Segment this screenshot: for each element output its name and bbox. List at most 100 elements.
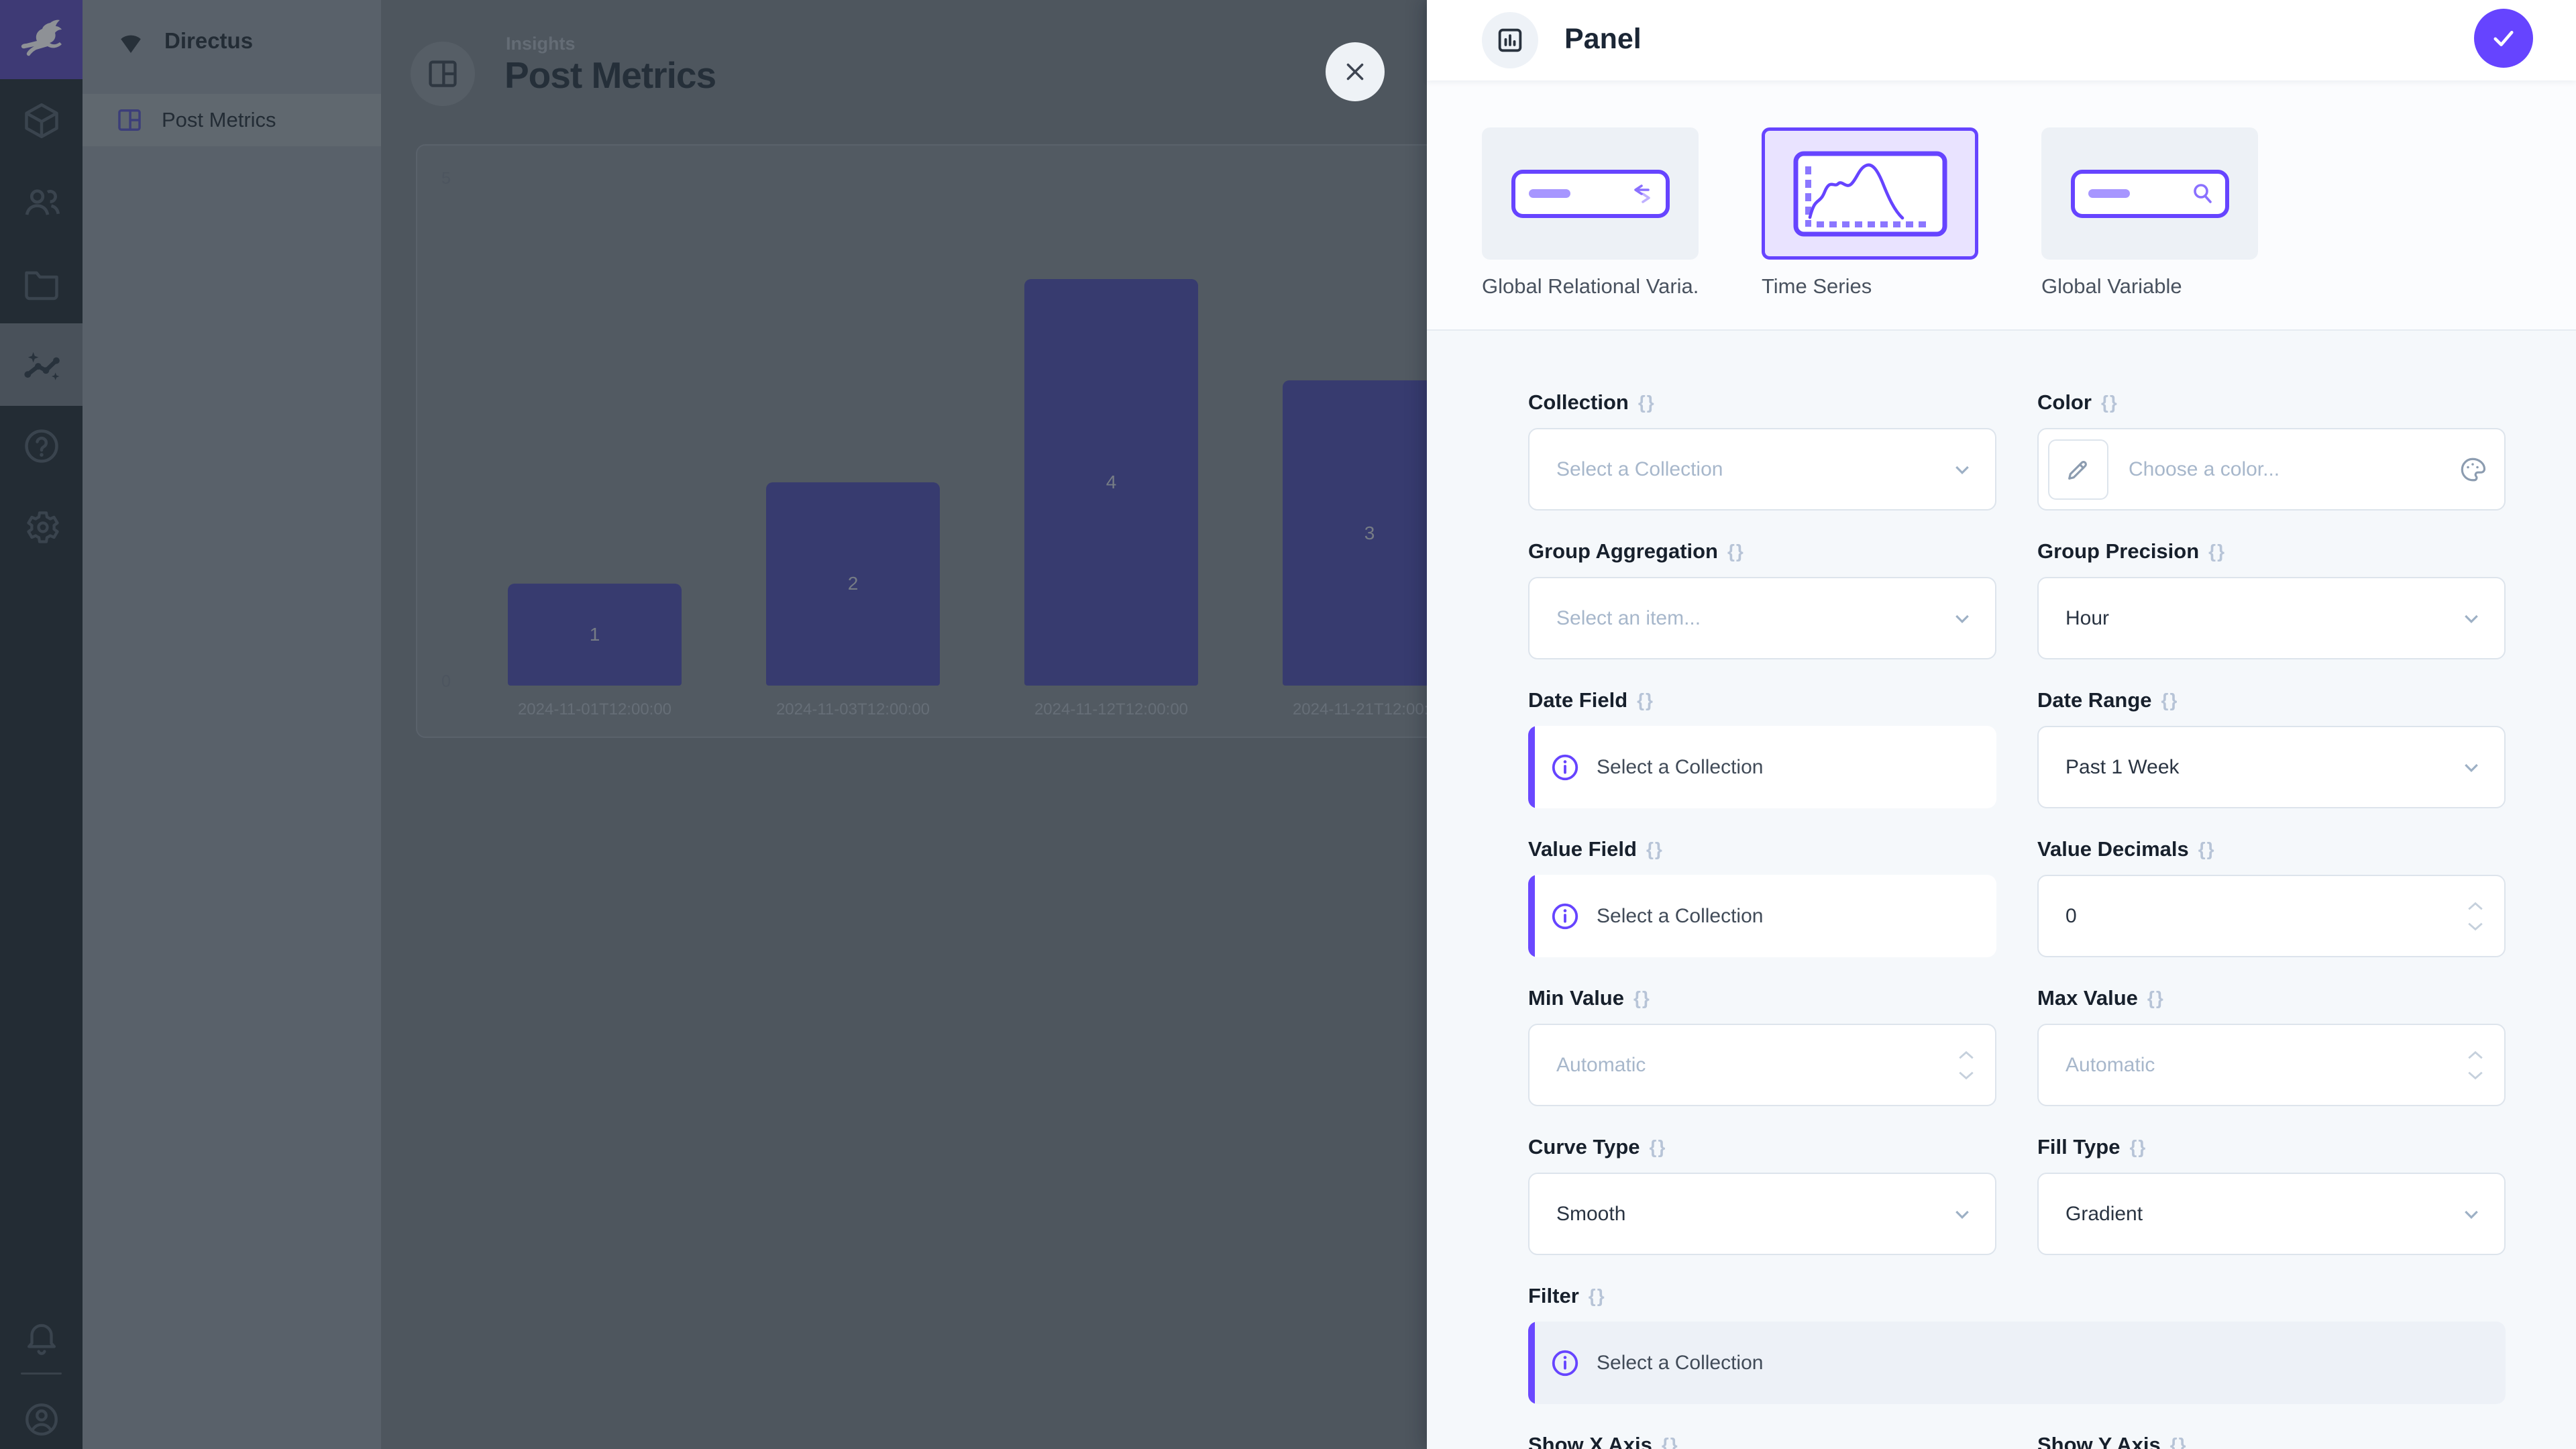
raw-value-icon: {} xyxy=(1589,1285,1606,1307)
panel-type-section: Global Relational Varia... xyxy=(1427,80,2576,329)
raw-value-icon: {} xyxy=(2101,392,2118,413)
module-bar-divider xyxy=(21,1373,62,1375)
group-aggregation-select[interactable]: Select an item... xyxy=(1528,577,1996,659)
number-input[interactable] xyxy=(1556,1054,1968,1077)
bell-icon xyxy=(22,1318,61,1357)
panel-icon-circle xyxy=(1482,12,1538,68)
fill-type-select[interactable]: Gradient xyxy=(2037,1173,2506,1255)
notifications-button[interactable] xyxy=(0,1296,83,1379)
close-drawer-button[interactable] xyxy=(1326,42,1385,101)
time-series-panel[interactable]: 5 0 12024-11-01T12:00:0022024-11-03T12:0… xyxy=(416,144,1469,738)
module-user-directory-button[interactable] xyxy=(0,161,83,244)
field-curve-type: Curve Type{} Smooth xyxy=(1528,1134,1996,1255)
number-stepper[interactable] xyxy=(2467,1050,2484,1081)
dashboard-title-icon-button[interactable] xyxy=(411,42,475,106)
panel-type-label: Global Variable xyxy=(2041,274,2258,301)
dashboard-icon xyxy=(115,105,144,135)
raw-value-icon: {} xyxy=(1650,1136,1667,1158)
info-icon xyxy=(1550,752,1580,783)
notice-accent-bar xyxy=(1528,726,1535,808)
rabbit-icon xyxy=(18,19,65,60)
field-label: Value Decimals xyxy=(2037,837,2189,861)
module-file-library-button[interactable] xyxy=(0,242,83,325)
x-axis-label: 2024-11-12T12:00:00 xyxy=(1034,700,1188,719)
field-label: Group Aggregation xyxy=(1528,539,1718,564)
help-icon xyxy=(21,426,62,466)
field-label: Show X Axis xyxy=(1528,1433,1652,1449)
number-input[interactable] xyxy=(2065,905,2477,928)
module-content-button[interactable] xyxy=(0,79,83,162)
field-label: Value Field xyxy=(1528,837,1637,861)
field-group-precision: Group Precision{} Hour xyxy=(2037,538,2506,659)
notice-accent-bar xyxy=(1528,1322,1535,1404)
time-series-illustration xyxy=(1792,150,1948,237)
panel-drawer: Panel xyxy=(1427,0,2576,1449)
chevron-down-icon xyxy=(1949,457,1975,482)
insights-icon xyxy=(21,344,62,386)
group-precision-select[interactable]: Hour xyxy=(2037,577,2506,659)
number-stepper[interactable] xyxy=(2467,901,2484,932)
field-collection: Collection{} Select a Collection xyxy=(1528,389,1996,511)
chart-bar: 2 xyxy=(766,482,940,686)
collection-select[interactable]: Select a Collection xyxy=(1528,428,1996,511)
palette-icon[interactable] xyxy=(2459,455,2487,484)
panel-type-label: Time Series xyxy=(1762,274,1978,301)
module-docs-button[interactable] xyxy=(0,405,83,487)
panel-type-label: Global Relational Varia... xyxy=(1482,274,1699,301)
field-label: Date Range xyxy=(2037,688,2152,712)
y-axis-tick-min: 0 xyxy=(441,672,451,692)
date-field-notice: Select a Collection xyxy=(1528,726,1996,808)
module-settings-button[interactable] xyxy=(0,486,83,568)
raw-value-icon: {} xyxy=(2129,1136,2147,1158)
account-circle-icon xyxy=(22,1400,61,1439)
value-field-notice: Select a Collection xyxy=(1528,875,1996,957)
raw-value-icon: {} xyxy=(1633,987,1651,1009)
raw-value-icon: {} xyxy=(2170,1434,2188,1449)
gear-icon xyxy=(21,507,62,547)
drawer-header: Panel xyxy=(1427,0,2576,80)
field-label: Max Value xyxy=(2037,986,2138,1010)
eyedropper-button[interactable] xyxy=(2048,439,2108,500)
raw-value-icon: {} xyxy=(1646,839,1664,860)
folder-icon xyxy=(21,264,62,304)
sidebar-item-post-metrics[interactable]: Post Metrics xyxy=(83,94,381,146)
curve-type-select[interactable]: Smooth xyxy=(1528,1173,1996,1255)
field-fill-type: Fill Type{} Gradient xyxy=(2037,1134,2506,1255)
number-stepper[interactable] xyxy=(1957,1050,1975,1081)
date-range-select[interactable]: Past 1 Week xyxy=(2037,726,2506,808)
color-field[interactable] xyxy=(2037,428,2506,511)
x-axis-label: 2024-11-01T12:00:00 xyxy=(518,700,672,719)
close-icon xyxy=(1343,60,1367,84)
module-insights-button[interactable] xyxy=(0,323,83,406)
y-axis-tick-max: 5 xyxy=(441,169,451,189)
panel-type-global-variable[interactable]: Global Variable xyxy=(2041,127,2258,301)
chevron-down-icon xyxy=(1949,1201,1975,1227)
raw-value-icon: {} xyxy=(2147,987,2165,1009)
max-value-input[interactable] xyxy=(2037,1024,2506,1106)
x-axis-label: 2024-11-03T12:00:00 xyxy=(776,700,930,719)
field-label: Color xyxy=(2037,390,2092,415)
number-input[interactable] xyxy=(2065,1054,2477,1077)
field-min-value: Min Value{} xyxy=(1528,985,1996,1106)
panel-options-form: Collection{} Select a Collection Color {} xyxy=(1427,331,2576,1449)
chevron-down-icon xyxy=(2459,755,2484,780)
relational-variable-illustration xyxy=(1510,168,1671,219)
field-value-decimals: Value Decimals{} xyxy=(2037,836,2506,957)
color-input[interactable] xyxy=(2129,458,2477,481)
panel-type-global-relational-variable[interactable]: Global Relational Varia... xyxy=(1482,127,1699,301)
min-value-input[interactable] xyxy=(1528,1024,1996,1106)
project-icon xyxy=(115,25,147,57)
raw-value-icon: {} xyxy=(2161,690,2179,711)
breadcrumb[interactable]: Insights xyxy=(506,34,576,54)
info-icon xyxy=(1550,1348,1580,1379)
check-icon xyxy=(2489,24,2518,52)
save-button[interactable] xyxy=(2474,9,2533,68)
field-date-range: Date Range {} Past 1 Week xyxy=(2037,687,2506,808)
value-decimals-input[interactable] xyxy=(2037,875,2506,957)
account-button[interactable] xyxy=(0,1378,83,1449)
directus-logo[interactable] xyxy=(0,0,83,79)
box-icon xyxy=(21,101,62,141)
project-chooser[interactable]: Directus xyxy=(83,0,381,82)
panel-type-time-series[interactable]: Time Series xyxy=(1762,127,1978,301)
app-root: Directus Post Metrics Insights Post Metr… xyxy=(0,0,2576,1449)
